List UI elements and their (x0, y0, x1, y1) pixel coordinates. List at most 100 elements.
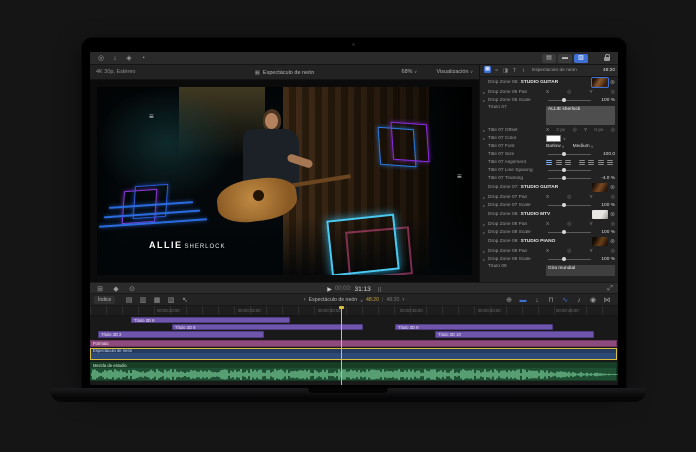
info-inspector-tab[interactable]: i (520, 66, 527, 76)
timeline-ruler[interactable]: 00:00:20:0000:00:25:0000:00:30:0000:00:3… (90, 306, 618, 316)
timeline-title-clip[interactable]: Título 3D 6 (131, 317, 290, 323)
timeline-title-clip[interactable]: Título 3D 9 (395, 324, 553, 330)
audio-meters-icon[interactable] (378, 287, 381, 292)
slider-knob[interactable] (562, 257, 566, 261)
x-stepper[interactable]: ◎ (573, 127, 577, 133)
parameter-label: Drop Zone 09 Pan (488, 249, 544, 254)
slider-track[interactable] (548, 205, 591, 206)
timeline-clip-audio[interactable]: Mezcla de estudio (90, 362, 617, 381)
slider-track[interactable] (548, 232, 591, 233)
lower-third-last-name: SHERLOCK (185, 244, 226, 250)
font-family-value: Barlow (546, 144, 561, 149)
disclosure-icon[interactable]: ▸ (483, 203, 486, 208)
disclosure-icon[interactable]: ▸ (483, 98, 486, 103)
text-inspector-tab[interactable]: T (511, 66, 518, 76)
play-icon[interactable]: ▶ (327, 286, 332, 293)
timeline-toggle-button[interactable]: ▬ (558, 54, 572, 63)
playhead-handle[interactable] (339, 306, 344, 309)
x-stepper[interactable]: ◎ (567, 221, 571, 227)
parameter-value: 100.0 (595, 152, 615, 157)
x-stepper[interactable]: ◎ (567, 89, 571, 95)
slider-track[interactable] (548, 154, 591, 155)
alignment-icon[interactable] (588, 160, 594, 165)
dropzone-thumbnail[interactable] (592, 210, 608, 219)
timeline-title-clip[interactable]: Título 3D 2 (98, 331, 264, 338)
clear-media-icon[interactable]: ⊗ (610, 79, 615, 86)
video-inspector-tab[interactable]: ▦ (484, 66, 491, 73)
nav-forward-icon[interactable]: › (402, 297, 404, 303)
disclosure-icon[interactable]: ▸ (483, 222, 486, 227)
slider-track[interactable] (548, 178, 591, 179)
y-stepper[interactable]: ◎ (611, 89, 615, 95)
parameter-label: Title 07 Size (488, 152, 544, 157)
y-stepper[interactable]: ◎ (611, 127, 615, 133)
dropzone-thumbnail[interactable] (592, 237, 608, 246)
timeline-title-clip[interactable]: Título 3D 10 (435, 331, 594, 338)
dropzone-thumbnail[interactable] (592, 183, 608, 192)
disclosure-icon[interactable]: ▸ (483, 90, 486, 95)
alignment-icon[interactable] (556, 160, 562, 165)
alignment-icon[interactable] (607, 160, 613, 165)
nav-back-icon[interactable]: ‹ (304, 297, 306, 303)
clear-media-icon[interactable]: ⊗ (610, 211, 615, 218)
dropzone-thumbnail[interactable] (592, 78, 608, 87)
alignment-icon[interactable] (546, 160, 552, 165)
timeline-clip-formato[interactable]: Formato (90, 340, 617, 347)
background-tasks-icon[interactable]: ◔ (138, 52, 148, 65)
slider-knob[interactable] (562, 152, 566, 156)
color-swatch[interactable] (546, 135, 561, 142)
disclosure-icon[interactable]: ▸ (483, 195, 486, 200)
slider-knob[interactable] (562, 230, 566, 234)
disclosure-icon[interactable]: ▸ (483, 128, 486, 133)
timeline-clip-title[interactable]: Espectáculo de neón (309, 297, 357, 303)
y-stepper[interactable]: ◎ (611, 248, 615, 254)
x-stepper[interactable]: ◎ (567, 248, 571, 254)
font-family-select[interactable]: Barlow∨ (546, 144, 565, 149)
import-media-icon[interactable]: ↓ (110, 52, 120, 65)
viewer-zoom-menu[interactable]: 68% ∨ (402, 69, 417, 75)
font-weight-select[interactable]: Medium∨ (573, 144, 594, 149)
fullscreen-icon[interactable]: ⤢ (607, 285, 613, 293)
slider-knob[interactable] (562, 98, 566, 102)
slider-knob[interactable] (562, 176, 566, 180)
disclosure-icon[interactable]: ▸ (483, 257, 486, 262)
slider-track[interactable] (548, 100, 591, 101)
viewer-canvas[interactable]: ≡ ≡ ALLIESHERLOCK (90, 80, 479, 282)
text-input[interactable]: ALLIE sherlock (546, 106, 615, 125)
disclosure-icon[interactable]: ▸ (483, 230, 486, 235)
alignment-icon[interactable] (598, 160, 604, 165)
inspector-toggle-button[interactable]: ▥ (574, 54, 588, 63)
timeline-clip-main-selected[interactable]: Espectáculo de neón (90, 348, 617, 360)
slider-track[interactable] (548, 170, 591, 171)
menu-lines-icon: ≡ (149, 113, 154, 121)
y-stepper[interactable]: ◎ (611, 221, 615, 227)
disclosure-icon[interactable]: ▸ (483, 136, 486, 141)
timeline-toolbar: Índice ▤▥▦▧↖ ‹ Espectáculo de neón ∨ 48:… (90, 294, 618, 306)
lock-icon[interactable] (604, 57, 610, 61)
playhead[interactable] (341, 306, 342, 385)
generator-inspector-tab[interactable]: ≈ (493, 66, 500, 76)
font-weight-value: Medium (573, 144, 590, 149)
x-stepper[interactable]: ◎ (567, 194, 571, 200)
viewer-view-menu[interactable]: Visualización ∨ (437, 69, 473, 75)
title-inspector-tab[interactable]: ◨ (502, 66, 509, 76)
text-input[interactable]: Gira mundial (546, 265, 615, 276)
xy-controls: X◎Y◎ (546, 248, 615, 254)
alignment-icon[interactable] (579, 160, 585, 165)
timeline-title-clip[interactable]: Título 3D 8 (172, 324, 363, 330)
alignment-icon[interactable] (565, 160, 571, 165)
dropzone-media-name: STUDIO MTV (521, 212, 551, 217)
slider-knob[interactable] (562, 168, 566, 172)
disclosure-icon[interactable]: ▸ (483, 249, 486, 254)
y-stepper[interactable]: ◎ (611, 194, 615, 200)
browser-toggle-button[interactable]: ▤ (542, 54, 556, 63)
chevron-down-icon: ∨ (414, 69, 417, 74)
clear-media-icon[interactable]: ⊗ (610, 238, 615, 245)
parameter-value: 100 % (595, 257, 615, 262)
clear-media-icon[interactable]: ⊗ (610, 184, 615, 191)
parameter-value: 100 % (595, 98, 615, 103)
slider-track[interactable] (548, 259, 591, 260)
libraries-icon[interactable]: ◎ (96, 52, 106, 65)
slider-knob[interactable] (562, 203, 566, 207)
keyword-editor-icon[interactable]: ◈ (124, 52, 134, 65)
